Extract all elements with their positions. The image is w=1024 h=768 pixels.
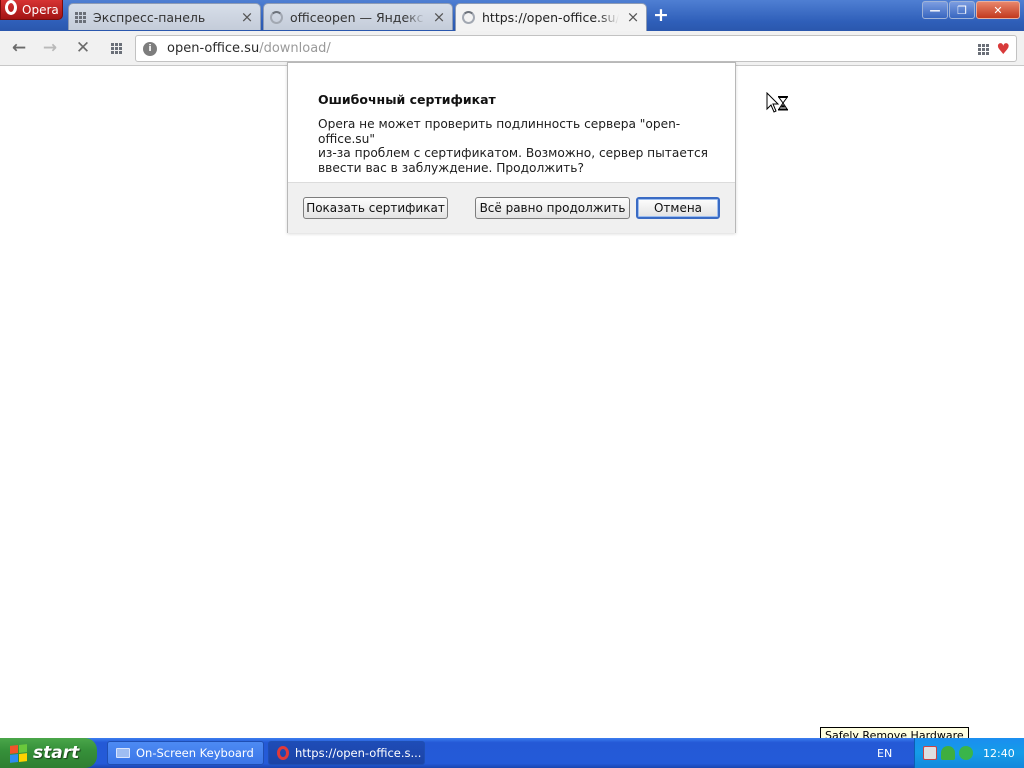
- tab-speed-dial[interactable]: Экспресс-панель ×: [68, 3, 261, 30]
- speed-dial-icon: [110, 42, 122, 54]
- new-tab-button[interactable]: +: [653, 6, 669, 25]
- busy-cursor-icon: [766, 92, 788, 113]
- browser-tab-bar: Opera Экспресс-панель × officeopen — Янд…: [0, 0, 1024, 31]
- opera-logo-icon: [5, 0, 17, 15]
- taskbar-item-label: https://open-office.s...: [295, 746, 422, 760]
- navigation-toolbar: ← → ✕ i open-office.su/download/ ♥: [0, 31, 1024, 66]
- opera-menu-button[interactable]: Opera: [0, 0, 63, 20]
- windows-flag-icon: [10, 743, 27, 763]
- bookmark-heart-icon[interactable]: ♥: [997, 42, 1010, 57]
- address-field[interactable]: i open-office.su/download/ ♥: [135, 35, 1017, 62]
- start-label: start: [33, 743, 80, 763]
- url-host: open-office.su: [167, 41, 260, 56]
- speed-dial-icon: [75, 11, 86, 23]
- dialog-message: Opera не может проверить подлинность сер…: [318, 117, 708, 175]
- tab-title: Экспресс-панель: [93, 9, 206, 25]
- window-controls: — ❐ ✕: [922, 1, 1020, 19]
- tab-yandex-search[interactable]: officeopen — Яндекс: на ×: [263, 3, 453, 30]
- tab-title: https://open-office.su/do: [482, 10, 619, 25]
- stop-loading-button[interactable]: ✕: [73, 38, 93, 58]
- back-button[interactable]: ←: [9, 38, 29, 58]
- start-button[interactable]: start: [0, 738, 97, 768]
- speed-dial-add-icon[interactable]: [977, 43, 989, 55]
- utorrent-icon[interactable]: [959, 746, 973, 760]
- tab-title: officeopen — Яндекс: на: [290, 9, 425, 25]
- certificate-error-dialog: Ошибочный сертификат Opera не может пров…: [287, 62, 736, 233]
- clock[interactable]: 12:40: [983, 747, 1015, 760]
- close-window-button[interactable]: ✕: [976, 1, 1020, 19]
- opera-icon: [277, 746, 289, 760]
- speed-dial-button[interactable]: [106, 38, 126, 58]
- continue-anyway-button[interactable]: Всё равно продолжить: [475, 197, 630, 219]
- windows-taskbar: start On-Screen Keyboard https://open-of…: [0, 738, 1024, 768]
- tab-open-office-active[interactable]: https://open-office.su/do ×: [455, 3, 647, 31]
- dialog-button-bar: Показать сертификат Всё равно продолжить…: [288, 182, 735, 233]
- tab-close-icon[interactable]: ×: [432, 9, 446, 25]
- maximize-button[interactable]: ❐: [949, 1, 975, 19]
- taskbar-item-label: On-Screen Keyboard: [136, 746, 254, 760]
- site-info-icon[interactable]: i: [143, 41, 157, 56]
- url-path: /download/: [259, 41, 331, 56]
- safely-remove-hardware-icon[interactable]: [941, 746, 955, 760]
- network-warning-icon[interactable]: [923, 746, 937, 760]
- taskbar-item-opera[interactable]: https://open-office.s...: [268, 741, 425, 765]
- opera-menu-label: Opera: [22, 2, 59, 17]
- tab-close-icon[interactable]: ×: [626, 10, 640, 25]
- system-tray: 12:40: [914, 738, 1024, 768]
- minimize-button[interactable]: —: [922, 1, 948, 19]
- loading-spinner-icon: [270, 10, 283, 24]
- show-certificate-button[interactable]: Показать сертификат: [303, 197, 448, 219]
- tab-close-icon[interactable]: ×: [240, 9, 254, 25]
- dialog-title: Ошибочный сертификат: [318, 92, 496, 107]
- forward-button[interactable]: →: [40, 38, 60, 58]
- taskbar-item-on-screen-keyboard[interactable]: On-Screen Keyboard: [107, 741, 264, 765]
- cancel-button[interactable]: Отмена: [636, 197, 720, 219]
- language-indicator[interactable]: EN: [877, 747, 892, 760]
- keyboard-icon: [116, 748, 130, 758]
- loading-spinner-icon: [462, 11, 475, 24]
